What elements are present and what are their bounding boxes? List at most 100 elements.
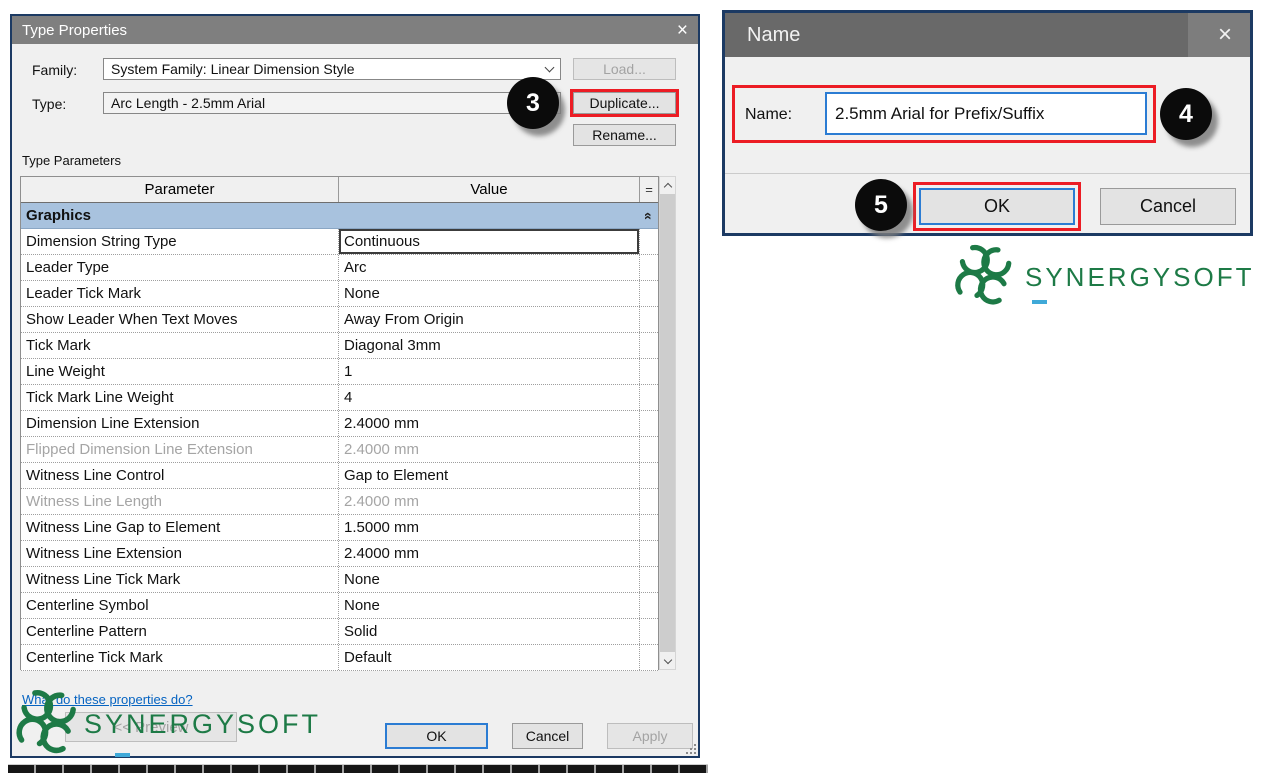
value-cell[interactable]: None <box>339 281 640 306</box>
value-column-header[interactable]: Value <box>339 177 640 202</box>
table-row[interactable]: Dimension Line Extension 2.4000 mm <box>21 411 658 437</box>
close-icon[interactable]: × <box>1218 13 1232 57</box>
param-cell: Line Weight <box>21 359 339 384</box>
param-cell: Show Leader When Text Moves <box>21 307 339 332</box>
parameter-column-header[interactable]: Parameter <box>21 177 339 202</box>
value-cell[interactable]: 2.4000 mm <box>339 541 640 566</box>
vertical-scrollbar[interactable] <box>659 176 676 670</box>
cancel-button[interactable]: Cancel <box>512 723 583 749</box>
eq-cell <box>640 515 658 540</box>
type-parameters-label: Type Parameters <box>22 153 121 168</box>
equals-column-header: = <box>640 177 658 202</box>
param-cell: Tick Mark <box>21 333 339 358</box>
table-row[interactable]: Tick Mark Diagonal 3mm <box>21 333 658 359</box>
param-cell: Tick Mark Line Weight <box>21 385 339 410</box>
group-header-row-graphics[interactable]: Graphics « <box>21 203 658 229</box>
rename-button[interactable]: Rename... <box>573 124 676 146</box>
type-properties-titlebar[interactable]: Type Properties × <box>12 16 698 44</box>
eq-cell <box>640 593 658 618</box>
synergysoft-logo-icon <box>12 688 84 760</box>
synergysoft-logo-text: SYNERGYSOFT <box>84 709 321 740</box>
value-cell[interactable]: 1.5000 mm <box>339 515 640 540</box>
eq-cell <box>640 463 658 488</box>
value-cell[interactable]: Continuous <box>339 229 640 254</box>
family-dropdown[interactable]: System Family: Linear Dimension Style <box>103 58 561 80</box>
name-dialog: Name × Name: 4 5 OK Cancel <box>722 10 1253 236</box>
scroll-up-icon[interactable] <box>660 177 675 193</box>
ok-button[interactable]: OK <box>919 188 1075 225</box>
table-row[interactable]: Leader Tick Mark None <box>21 281 658 307</box>
synergysoft-logo-text: SYNERGYSOFT <box>1025 262 1254 293</box>
name-input[interactable] <box>825 92 1147 135</box>
value-cell[interactable]: 4 <box>339 385 640 410</box>
table-row[interactable]: Centerline Tick Mark Default <box>21 645 658 671</box>
value-cell[interactable]: Arc <box>339 255 640 280</box>
eq-cell <box>640 385 658 410</box>
step-badge-3: 3 <box>507 77 559 129</box>
type-dropdown[interactable]: Arc Length - 2.5mm Arial <box>103 92 561 114</box>
param-cell: Witness Line Tick Mark <box>21 567 339 592</box>
value-cell[interactable]: None <box>339 567 640 592</box>
resize-grip[interactable] <box>686 744 696 754</box>
table-row[interactable]: Witness Line Control Gap to Element <box>21 463 658 489</box>
eq-cell <box>640 437 658 462</box>
table-header-row: Parameter Value = <box>21 177 658 203</box>
param-cell: Dimension Line Extension <box>21 411 339 436</box>
value-cell[interactable]: 1 <box>339 359 640 384</box>
table-row[interactable]: Tick Mark Line Weight 4 <box>21 385 658 411</box>
eq-cell <box>640 229 658 254</box>
type-properties-dialog: Type Properties × Family: System Family:… <box>10 14 700 758</box>
value-cell[interactable]: Gap to Element <box>339 463 640 488</box>
table-row[interactable]: Witness Line Extension 2.4000 mm <box>21 541 658 567</box>
duplicate-button[interactable]: Duplicate... <box>573 92 676 114</box>
collapse-group-icon[interactable]: « <box>641 212 657 220</box>
value-cell[interactable]: Away From Origin <box>339 307 640 332</box>
table-row[interactable]: Dimension String Type Continuous <box>21 229 658 255</box>
table-row: Witness Line Length 2.4000 mm <box>21 489 658 515</box>
param-cell: Witness Line Control <box>21 463 339 488</box>
synergysoft-logo-icon <box>945 243 1025 311</box>
family-dropdown-value: System Family: Linear Dimension Style <box>111 61 355 77</box>
synergysoft-logo: SYNERGYSOFT <box>12 688 321 760</box>
eq-cell <box>640 489 658 514</box>
apply-button: Apply <box>607 723 693 749</box>
ok-button[interactable]: OK <box>385 723 488 749</box>
cancel-button[interactable]: Cancel <box>1100 188 1236 225</box>
table-row[interactable]: Leader Type Arc <box>21 255 658 281</box>
eq-cell <box>640 359 658 384</box>
table-row[interactable]: Line Weight 1 <box>21 359 658 385</box>
table-row: Flipped Dimension Line Extension 2.4000 … <box>21 437 658 463</box>
param-cell: Witness Line Gap to Element <box>21 515 339 540</box>
eq-cell <box>640 307 658 332</box>
eq-cell <box>640 567 658 592</box>
value-cell[interactable]: Default <box>339 645 640 670</box>
scrollbar-thumb[interactable] <box>660 194 675 652</box>
load-button: Load... <box>573 58 676 80</box>
table-row[interactable]: Centerline Symbol None <box>21 593 658 619</box>
step-badge-4: 4 <box>1160 88 1212 140</box>
value-cell[interactable]: 2.4000 mm <box>339 411 640 436</box>
value-cell[interactable]: Diagonal 3mm <box>339 333 640 358</box>
logo-dash <box>115 753 130 757</box>
name-dialog-titlebar[interactable]: Name × <box>725 13 1250 57</box>
close-icon[interactable]: × <box>677 21 688 40</box>
table-row[interactable]: Show Leader When Text Moves Away From Or… <box>21 307 658 333</box>
scroll-down-icon[interactable] <box>660 653 675 669</box>
dialog-title: Name <box>747 13 800 57</box>
table-row[interactable]: Witness Line Tick Mark None <box>21 567 658 593</box>
eq-cell <box>640 541 658 566</box>
param-cell: Flipped Dimension Line Extension <box>21 437 339 462</box>
table-row[interactable]: Centerline Pattern Solid <box>21 619 658 645</box>
synergysoft-logo: SYNERGYSOFT <box>945 243 1254 311</box>
eq-cell <box>640 619 658 644</box>
step-badge-5: 5 <box>855 179 907 231</box>
table-row[interactable]: Witness Line Gap to Element 1.5000 mm <box>21 515 658 541</box>
type-parameters-table: Parameter Value = Graphics « Dimension S… <box>20 176 676 670</box>
value-cell: 2.4000 mm <box>339 437 640 462</box>
footer-divider <box>725 173 1250 174</box>
param-cell: Witness Line Extension <box>21 541 339 566</box>
value-cell[interactable]: None <box>339 593 640 618</box>
param-cell: Leader Tick Mark <box>21 281 339 306</box>
param-cell: Centerline Pattern <box>21 619 339 644</box>
value-cell[interactable]: Solid <box>339 619 640 644</box>
